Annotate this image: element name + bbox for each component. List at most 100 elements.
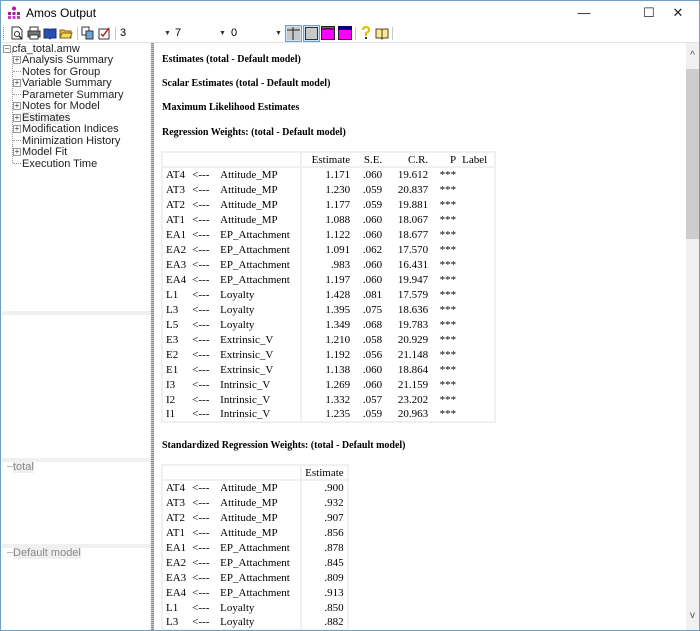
cr-value: 19.612 [397,169,429,181]
vertical-scrollbar[interactable]: ^ v [686,43,699,630]
tree-item-execution-time[interactable]: Execution Time [13,158,97,170]
tree-item-modification-indices[interactable]: + Modification Indices [13,123,119,135]
group-label: total [13,461,34,473]
cr-value: 19.881 [397,198,429,211]
help-icon[interactable] [359,26,373,40]
decimals-combo[interactable]: 3 ▼ [118,26,172,41]
tree-item-estimates[interactable]: + Estimates [13,111,71,124]
estimate-value: .900 [324,482,344,494]
navy-header-icon[interactable] [338,26,352,40]
path-arrow: <--- [192,378,210,391]
tree-item-notes-for-model[interactable]: + Notes for Model [13,100,100,112]
reference-book-icon[interactable] [375,26,389,40]
p-value: *** [439,348,457,361]
expand-icon[interactable]: + [13,125,21,133]
indent-combo[interactable]: 0 ▼ [229,26,283,41]
expand-icon[interactable]: + [13,148,21,156]
se-value: .081 [362,288,383,301]
chevron-down-icon: v [690,610,695,621]
tree-item-notes-for-group[interactable]: Notes for Group [13,66,100,78]
p-value: *** [439,213,457,226]
collapse-icon[interactable]: − [3,45,11,53]
standardized-weights-table: Estimate AT4 <--- Attitude_MP .900 AT3 <--- At… [161,464,349,630]
path-arrow: <--- [192,228,210,241]
book-icon[interactable] [43,26,57,40]
scroll-up-button[interactable]: ^ [686,47,699,64]
close-button[interactable]: ✕ [655,1,700,24]
scroll-down-button[interactable]: v [686,607,699,624]
table-row: AT2 <--- Attitude_MP .907 [162,510,348,525]
table-row: EA3 <--- EP_Attachment .809 [162,570,348,585]
cr-value: 17.579 [397,288,429,301]
table-header-row: Estimate S.E. C.R. P Label [162,152,496,168]
expand-icon[interactable]: + [13,79,21,87]
output-navigation-sidebar: − cfa_total.amw + Analysis Summary Notes f… [2,43,151,630]
table-row: EA2 <--- EP_Attachment 1.091 .062 17.570 *** [162,242,495,257]
estimate-value: .913 [324,586,344,599]
latent-variable: EP_Attachment [217,227,303,242]
tree-item-model-fit[interactable]: + Model Fit [13,146,67,158]
regression-rows: AT4 <--- Attitude_MP 1.171 .060 19.612 *** AT3 <… [162,167,495,422]
latent-variable: Attitude_MP [217,182,303,197]
se-value: .060 [362,169,383,181]
estimate-value: 1.395 [325,303,351,316]
estimate-value: 1.088 [325,213,351,226]
title-bar: Amos Output — ☐ ✕ [1,1,699,24]
maximize-icon: ☐ [643,5,655,20]
tree-branch [13,70,21,72]
latent-variable: Loyalty [217,287,303,302]
p-value: *** [439,318,457,331]
label-value [459,332,495,347]
expand-icon[interactable]: + [13,102,21,110]
print-icon[interactable] [27,26,41,40]
chevron-down-icon[interactable]: ▼ [219,26,226,41]
estimate-value: 1.332 [325,393,351,406]
width-combo[interactable]: 7 ▼ [173,26,227,41]
tree-branch [13,93,21,95]
scrollbar-thumb[interactable] [686,69,699,239]
expand-icon[interactable]: + [13,113,21,122]
print-preview-icon[interactable] [10,26,24,40]
options-checkbox-icon[interactable] [98,26,112,40]
estimate-value: 1.269 [325,378,351,391]
model-item-default[interactable]: Default model [7,547,81,559]
tree-item-analysis-summary[interactable]: + Analysis Summary [13,54,113,66]
table-row: AT4 <--- Attitude_MP .900 [162,480,348,495]
path-arrow: <--- [192,526,210,539]
expand-icon[interactable]: + [13,56,21,64]
table-outline-button[interactable] [303,25,320,42]
observed-variable: L3 [166,616,179,628]
tree-item-minimization-history[interactable]: Minimization History [13,135,120,147]
tree-item-label: Estimates [22,111,71,124]
open-folder-icon[interactable] [59,26,73,40]
minimize-button[interactable]: — [561,1,607,24]
estimate-value: 1.177 [325,198,351,211]
estimate-value: 1.197 [325,273,351,286]
p-value: *** [439,243,457,256]
tree-item-parameter-summary[interactable]: Parameter Summary [13,89,123,101]
table-row: AT3 <--- Attitude_MP 1.230 .059 20.837 *** [162,182,495,197]
latent-variable: EP_Attachment [217,570,303,585]
table-row: L3 <--- Loyalty .882 [162,615,348,630]
label-value [459,377,495,392]
label-value [459,347,495,362]
se-value: .059 [362,198,383,211]
toolbar-grip[interactable] [3,27,5,40]
cr-value: 18.677 [397,228,429,241]
se-value: .060 [362,363,383,376]
path-arrow: <--- [192,213,210,226]
tree-item-variable-summary[interactable]: + Variable Summary [13,77,112,89]
group-item-total[interactable]: total [7,461,34,473]
magenta-header-icon[interactable] [321,26,335,40]
estimate-value: .878 [324,541,344,554]
chevron-down-icon[interactable]: ▼ [164,26,171,41]
cr-value: 18.864 [397,363,429,376]
pane-divider[interactable] [2,311,151,315]
label-value [459,167,495,182]
table-row: EA4 <--- EP_Attachment .913 [162,585,348,600]
chevron-down-icon[interactable]: ▼ [275,26,282,41]
copy-icon[interactable] [81,26,95,40]
grid-lines-button[interactable] [285,25,302,42]
p-value: *** [439,183,457,196]
table-row: AT4 <--- Attitude_MP 1.171 .060 19.612 *** [162,167,495,182]
